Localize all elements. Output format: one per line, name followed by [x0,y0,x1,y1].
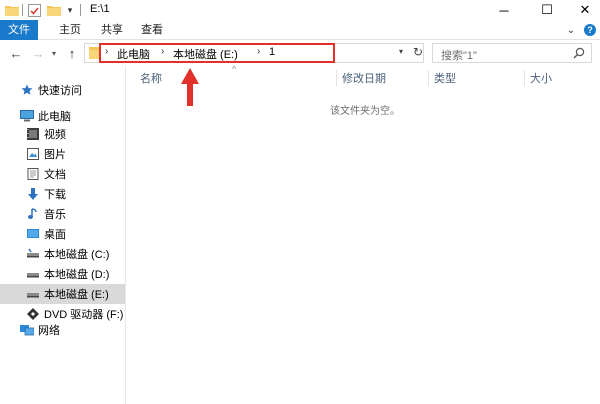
column-divider[interactable] [428,70,429,86]
address-row: ← → ▾ ↑ › 此电脑 › 本地磁盘 (E:) › 1 ▾ ↻ 搜索"1" [0,40,600,66]
annotation-arrow [181,68,199,106]
folder-icon [4,2,20,18]
nav-label: 本地磁盘 (D:) [44,269,110,281]
network-icon [20,323,34,337]
forward-button[interactable]: → [30,44,46,62]
nav-drive-c[interactable]: 本地磁盘 (C:) [0,244,125,264]
address-history-dropdown[interactable]: ▾ [399,47,403,56]
search-icon[interactable] [573,47,585,62]
star-icon [20,83,34,97]
nav-label: 桌面 [44,229,66,241]
nav-label: 下载 [44,189,66,201]
breadcrumb-this-pc[interactable]: 此电脑 [117,46,150,62]
nav-documents[interactable]: 文档 [0,164,125,184]
desktop-icon [26,227,40,241]
recent-locations-dropdown[interactable]: ▾ [46,44,62,62]
tab-file[interactable]: 文件 [0,20,38,40]
empty-folder-message: 该文件夹为空。 [330,106,400,117]
nav-downloads[interactable]: 下载 [0,184,125,204]
drive-icon [26,287,40,301]
minimize-button[interactable]: ─ [484,0,524,20]
music-note-icon [26,207,40,221]
refresh-icon[interactable]: ↻ [413,45,423,59]
nav-pictures[interactable]: 图片 [0,144,125,164]
up-button[interactable]: ↑ [64,44,80,62]
help-glyph: ? [584,24,596,36]
documents-icon [26,167,40,181]
download-arrow-icon [26,187,40,201]
column-header-type[interactable]: 类型 [434,70,456,88]
close-button[interactable]: ✕ [565,0,600,20]
customize-toolbar-icon[interactable]: ▾ [64,2,76,18]
breadcrumb-drive-e[interactable]: 本地磁盘 (E:) [173,46,238,62]
nav-label: 本地磁盘 (C:) [44,249,110,261]
expand-ribbon-icon[interactable]: ⌄ [563,22,579,38]
column-header-size[interactable]: 大小 [530,70,552,88]
breadcrumb-separator: › [105,46,109,57]
nav-network[interactable]: 网络 [0,320,125,340]
address-bar[interactable]: › 此电脑 › 本地磁盘 (E:) › 1 ▾ ↻ [84,43,424,63]
new-folder-icon[interactable] [46,2,62,18]
nav-quick-access[interactable]: 快速访问 [0,80,125,100]
tab-view[interactable]: 查看 [132,20,172,40]
title-bar: ▾ E:\1 ─ ☐ ✕ [0,0,600,20]
nav-label: 音乐 [44,209,66,221]
nav-desktop[interactable]: 桌面 [0,224,125,244]
dvd-icon [26,307,40,321]
breadcrumb-separator[interactable]: › [257,46,260,57]
column-header-name[interactable]: 名称 [140,70,162,88]
breadcrumb: › 此电脑 › 本地磁盘 (E:) › 1 [99,43,335,63]
tab-share[interactable]: 共享 [92,20,132,40]
nav-videos[interactable]: 视频 [0,124,125,144]
nav-label: 快速访问 [38,85,82,97]
properties-icon[interactable] [26,2,42,18]
nav-label: 本地磁盘 (E:) [44,289,109,301]
maximize-button[interactable]: ☐ [527,0,567,20]
search-box[interactable]: 搜索"1" [432,43,592,63]
separator [22,4,23,16]
breadcrumb-separator[interactable]: › [161,46,164,57]
pictures-icon [26,147,40,161]
nav-label: 文档 [44,169,66,181]
nav-this-pc[interactable]: 此电脑 [0,106,125,126]
column-divider[interactable] [336,70,337,86]
search-input[interactable]: 搜索"1" [441,47,477,63]
column-divider[interactable] [524,70,525,86]
drive-icon [26,267,40,281]
nav-label: 视频 [44,129,66,141]
nav-label: 图片 [44,149,66,161]
computer-icon [20,109,34,123]
drive-icon [26,247,40,261]
video-icon [26,127,40,141]
back-button[interactable]: ← [8,44,24,62]
file-list[interactable]: ^ 名称 修改日期 类型 大小 该文件夹为空。 [126,64,600,404]
tab-home[interactable]: 主页 [50,20,90,40]
nav-drive-e[interactable]: 本地磁盘 (E:) [0,284,125,304]
nav-drive-d[interactable]: 本地磁盘 (D:) [0,264,125,284]
sort-ascending-icon: ^ [232,64,237,74]
help-icon[interactable]: ? [582,22,598,38]
ribbon-tabs: 文件 主页 共享 查看 ⌄ ? [0,20,600,40]
navigation-pane: 快速访问 此电脑 视频 图片 文档 下载 音乐 桌面 本地磁盘 (C:) 本地磁… [0,66,126,404]
column-header-date-modified[interactable]: 修改日期 [342,70,386,88]
separator [80,4,81,16]
window-title: E:\1 [90,3,110,15]
nav-music[interactable]: 音乐 [0,204,125,224]
nav-label: 此电脑 [38,111,71,123]
nav-label: 网络 [38,325,60,337]
breadcrumb-folder-1[interactable]: 1 [269,46,275,58]
